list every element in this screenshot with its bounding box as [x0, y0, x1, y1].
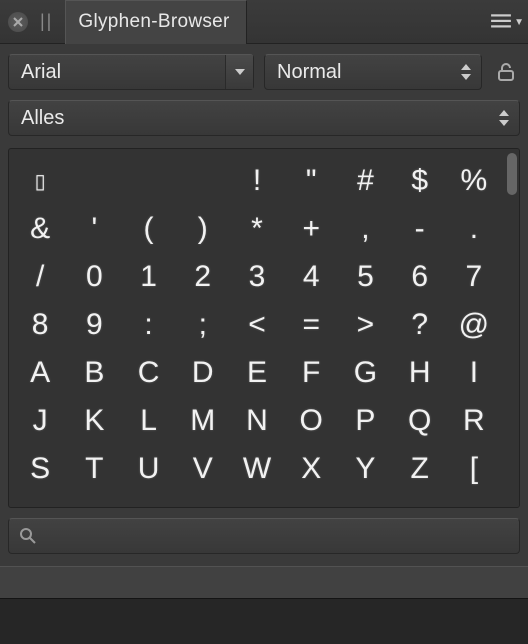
glyph-cell[interactable]: U — [121, 445, 175, 493]
glyph-cell[interactable] — [176, 157, 230, 205]
chevron-down-icon — [461, 74, 471, 80]
glyph-cell[interactable]: D — [176, 349, 230, 397]
character-range-value: Alles — [21, 107, 64, 130]
glyph-cell[interactable]: R — [447, 397, 501, 445]
glyph-cell[interactable]: = — [284, 301, 338, 349]
close-icon — [12, 16, 24, 28]
glyph-cell[interactable]: M — [176, 397, 230, 445]
scrollbar-track[interactable] — [505, 149, 519, 507]
panel-menu-button[interactable]: ▼ — [490, 0, 524, 44]
glyph-cell[interactable]: * — [230, 205, 284, 253]
glyph-cell[interactable]: - — [393, 205, 447, 253]
font-family-select[interactable]: Arial — [8, 54, 254, 90]
glyph-cell[interactable]: [ — [447, 445, 501, 493]
glyph-cell[interactable] — [67, 157, 121, 205]
glyph-grid-area: ▯!"#$% &'()*+,-. /01234567 89:;<=>?@ ABCDEFG… — [8, 148, 520, 508]
glyph-cell[interactable]: 0 — [67, 253, 121, 301]
glyph-cell[interactable]: / — [13, 253, 67, 301]
search-input[interactable] — [45, 527, 509, 545]
footer-spacer — [0, 566, 528, 598]
font-family-value: Arial — [21, 61, 61, 84]
glyph-cell[interactable]: 8 — [13, 301, 67, 349]
glyph-cell[interactable]: ( — [121, 205, 175, 253]
controls-bar: Arial Normal Alles — [0, 44, 528, 146]
glyph-cell[interactable]: , — [338, 205, 392, 253]
glyph-cell[interactable]: ? — [393, 301, 447, 349]
tab-separator: || — [40, 11, 53, 32]
glyph-cell[interactable]: 6 — [393, 253, 447, 301]
search-icon — [19, 527, 37, 545]
glyph-cell[interactable]: S — [13, 445, 67, 493]
glyph-cell[interactable]: & — [13, 205, 67, 253]
glyph-cell[interactable]: E — [230, 349, 284, 397]
glyph-cell[interactable]: . — [447, 205, 501, 253]
glyph-browser-window: || Glyphen-Browser ▼ Arial Normal — [0, 0, 528, 644]
glyph-search-field[interactable] — [8, 518, 520, 554]
glyph-cell[interactable]: P — [338, 397, 392, 445]
glyph-cell[interactable]: ) — [176, 205, 230, 253]
glyph-cell[interactable]: 3 — [230, 253, 284, 301]
glyph-cell[interactable]: % — [447, 157, 501, 205]
lock-toggle[interactable] — [492, 56, 520, 88]
glyph-cell[interactable]: O — [284, 397, 338, 445]
menu-icon — [490, 11, 512, 33]
glyph-cell[interactable]: G — [338, 349, 392, 397]
glyph-cell[interactable]: < — [230, 301, 284, 349]
glyph-cell[interactable]: 1 — [121, 253, 175, 301]
glyph-cell[interactable]: K — [67, 397, 121, 445]
glyph-cell[interactable]: H — [393, 349, 447, 397]
glyph-cell[interactable]: C — [121, 349, 175, 397]
glyph-cell[interactable]: T — [67, 445, 121, 493]
close-button[interactable] — [8, 12, 28, 32]
glyph-cell[interactable]: 9 — [67, 301, 121, 349]
glyph-cell[interactable]: 2 — [176, 253, 230, 301]
glyph-cell[interactable]: " — [284, 157, 338, 205]
glyph-grid: ▯!"#$% &'()*+,-. /01234567 89:;<=>?@ ABCDEFG… — [9, 149, 505, 507]
glyph-cell[interactable]: @ — [447, 301, 501, 349]
dropdown-arrow-icon — [225, 55, 253, 89]
glyph-cell[interactable]: ; — [176, 301, 230, 349]
glyph-cell[interactable]: L — [121, 397, 175, 445]
titlebar: || Glyphen-Browser ▼ — [0, 0, 528, 44]
glyph-cell[interactable]: > — [338, 301, 392, 349]
chevron-down-icon — [499, 120, 509, 126]
font-style-select[interactable]: Normal — [264, 54, 482, 90]
glyph-cell[interactable]: + — [284, 205, 338, 253]
glyph-cell[interactable]: X — [284, 445, 338, 493]
glyph-cell[interactable]: ' — [67, 205, 121, 253]
glyph-cell[interactable] — [121, 157, 175, 205]
chevron-up-icon — [461, 64, 471, 70]
tab-label: Glyphen-Browser — [78, 11, 229, 33]
glyph-cell[interactable]: ! — [230, 157, 284, 205]
glyph-cell[interactable]: $ — [393, 157, 447, 205]
glyph-cell[interactable]: : — [121, 301, 175, 349]
glyph-cell[interactable]: # — [338, 157, 392, 205]
glyph-cell[interactable]: J — [13, 397, 67, 445]
glyph-cell[interactable]: F — [284, 349, 338, 397]
dock-area — [0, 598, 528, 644]
glyph-cell[interactable]: A — [13, 349, 67, 397]
character-range-select[interactable]: Alles — [8, 100, 520, 136]
glyph-cell[interactable]: B — [67, 349, 121, 397]
glyph-cell[interactable]: V — [176, 445, 230, 493]
chevron-down-icon: ▼ — [514, 17, 524, 28]
glyph-cell[interactable]: 4 — [284, 253, 338, 301]
glyph-cell[interactable]: Q — [393, 397, 447, 445]
chevron-up-icon — [499, 110, 509, 116]
tab-glyph-browser[interactable]: Glyphen-Browser — [65, 0, 246, 44]
font-style-value: Normal — [277, 61, 341, 84]
glyph-cell[interactable]: N — [230, 397, 284, 445]
glyph-cell[interactable]: Z — [393, 445, 447, 493]
lock-icon — [497, 62, 515, 82]
glyph-cell[interactable]: I — [447, 349, 501, 397]
glyph-cell[interactable]: ▯ — [13, 157, 67, 205]
glyph-cell[interactable]: 5 — [338, 253, 392, 301]
glyph-cell[interactable]: Y — [338, 445, 392, 493]
glyph-cell[interactable]: 7 — [447, 253, 501, 301]
scrollbar-thumb[interactable] — [507, 153, 517, 195]
glyph-cell[interactable]: W — [230, 445, 284, 493]
